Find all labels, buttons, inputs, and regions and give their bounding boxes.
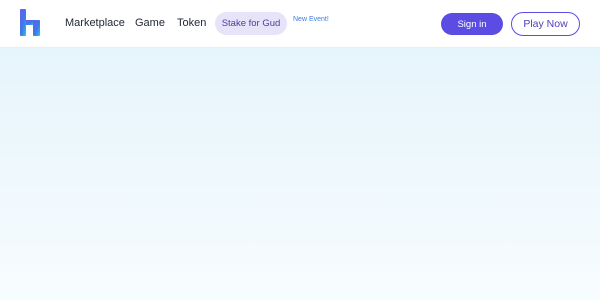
nav-token[interactable]: Token [177,17,206,29]
nav-marketplace[interactable]: Marketplace [65,17,125,29]
top-navbar: Marketplace Game Token Stake for Gud New… [0,0,600,48]
stake-for-gud-button[interactable]: Stake for Gud [215,12,287,35]
brand-logo-icon[interactable] [20,9,40,36]
new-event-badge: New Event! [293,16,329,23]
play-now-button[interactable]: Play Now [511,12,580,36]
nav-game[interactable]: Game [135,17,165,29]
sign-in-button[interactable]: Sign in [441,13,503,35]
hero-background [0,48,600,300]
